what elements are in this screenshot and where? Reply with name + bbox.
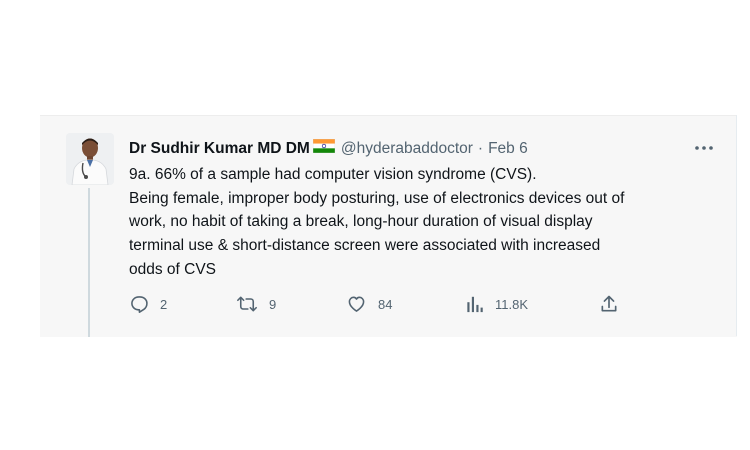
views-count: 11.8K bbox=[495, 296, 529, 312]
analytics-icon bbox=[467, 296, 483, 313]
tweet-text: 9a. 66% of a sample had computer vision … bbox=[129, 163, 729, 282]
card-border bbox=[736, 115, 737, 336]
share-icon bbox=[601, 295, 617, 312]
retweet-count: 9 bbox=[269, 296, 277, 312]
retweet-button[interactable]: 9 bbox=[236, 293, 276, 315]
retweet-icon bbox=[237, 296, 257, 312]
tweet-text-line: 9a. 66% of a sample had computer vision … bbox=[129, 166, 537, 183]
tweet-text-line: Being female, improper body posturing, u… bbox=[129, 189, 625, 207]
tweet-text-line: work, no habit of taking a break, long-h… bbox=[129, 213, 593, 231]
tweet-date[interactable]: Feb 6 bbox=[488, 139, 528, 159]
heart-icon bbox=[348, 296, 365, 312]
like-count: 84 bbox=[378, 296, 393, 312]
india-flag-emoji bbox=[312, 138, 336, 159]
reply-count: 2 bbox=[160, 296, 168, 312]
views-button[interactable]: 11.8K bbox=[466, 293, 528, 315]
author-name[interactable]: Dr Sudhir Kumar MD DM bbox=[129, 139, 310, 159]
reply-button[interactable]: 2 bbox=[129, 293, 167, 315]
share-button[interactable] bbox=[599, 293, 619, 315]
more-icon[interactable] bbox=[691, 138, 717, 158]
avatar[interactable] bbox=[66, 133, 114, 185]
avatar-photo bbox=[66, 133, 114, 185]
tweet-text-line: terminal use & short-distance screen wer… bbox=[129, 237, 601, 255]
separator-dot: · bbox=[477, 140, 484, 157]
reply-icon bbox=[131, 296, 148, 313]
tweet-text-line: odds of CVS bbox=[129, 260, 217, 278]
like-button[interactable]: 84 bbox=[346, 293, 392, 315]
thread-line bbox=[88, 188, 90, 337]
tweet-actions: 2 9 84 11.8K bbox=[129, 293, 629, 315]
tweet-header: Dr Sudhir Kumar MD DM @hyderabaddoctor ·… bbox=[129, 138, 528, 160]
author-handle[interactable]: @hyderabaddoctor bbox=[341, 139, 473, 159]
